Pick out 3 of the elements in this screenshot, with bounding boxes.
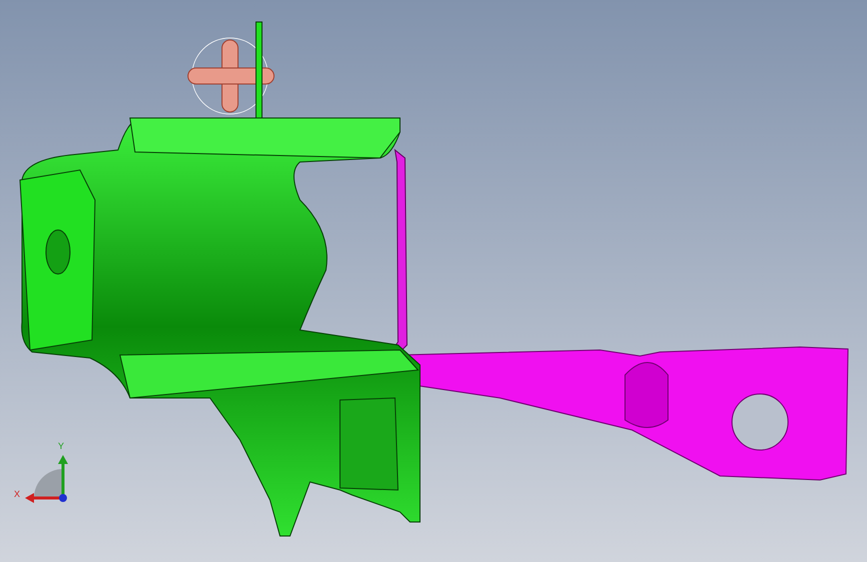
cursor-crosshair-icon bbox=[188, 22, 274, 118]
y-axis-label: Y bbox=[58, 442, 64, 451]
x-axis-label: X bbox=[14, 490, 20, 499]
